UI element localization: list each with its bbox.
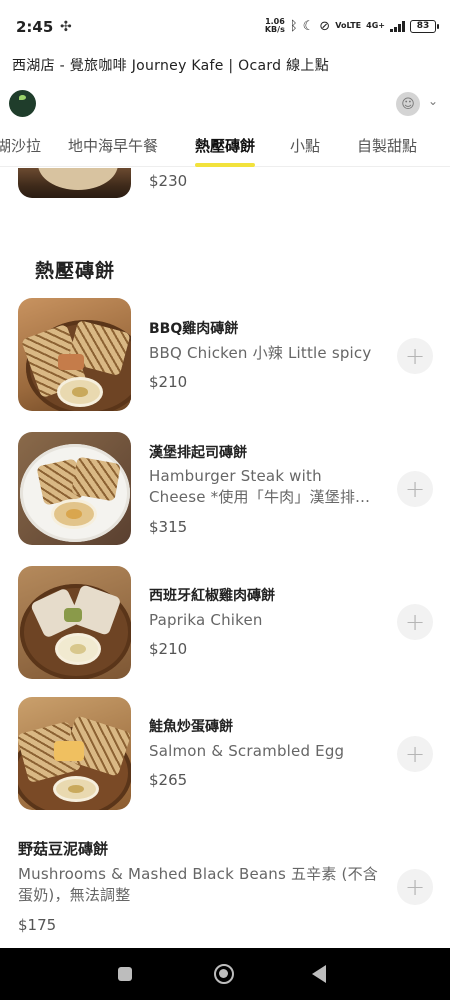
item-price: $210 (149, 640, 188, 658)
network-type: 4G+ (366, 21, 385, 30)
item-name: 漢堡排起司磚餅 (149, 445, 247, 461)
previous-item-image[interactable] (18, 168, 131, 198)
dnd-icon: ⊘ (319, 18, 331, 34)
item-name: 鮭魚炒蛋磚餅 (149, 719, 233, 735)
item-image[interactable] (18, 432, 131, 545)
item-price: $315 (149, 518, 188, 536)
home-icon[interactable] (214, 964, 234, 984)
item-description: Hamburger Steak with Cheese *使用「牛肉」漢堡排..… (149, 467, 371, 506)
status-time: 2:45 (16, 18, 54, 36)
chevron-down-icon[interactable]: ⌄ (428, 94, 438, 108)
item-name: 野菇豆泥磚餅 (18, 840, 109, 858)
item-price: $210 (149, 373, 188, 391)
active-tab-indicator (195, 163, 255, 167)
plus-icon: + (404, 475, 426, 503)
item-name: 西班牙紅椒雞肉磚餅 (149, 588, 275, 604)
tab-pressed-wrap[interactable]: 熱壓磚餅 (195, 135, 255, 156)
item-price: $175 (18, 916, 57, 934)
app-header: ☺ ⌄ (0, 84, 450, 126)
plus-icon: + (404, 608, 426, 636)
add-item-button[interactable]: + (397, 471, 433, 507)
tab-snacks[interactable]: 小點 (290, 135, 320, 156)
add-item-button[interactable]: + (397, 604, 433, 640)
page-title: 西湖店 - 覺旅咖啡 Journey Kafe | Ocard 線上點 (12, 58, 330, 74)
item-name: BBQ雞肉磚餅 (149, 321, 239, 337)
network-speed-unit: KB/s (264, 25, 285, 34)
status-bar: 2:45 ✣ 1.06 KB/s ᛒ ☾ ⊘ VoLTE 4G+ 83 (0, 0, 450, 52)
status-icons: 1.06 KB/s ᛒ ☾ ⊘ VoLTE 4G+ 83 (265, 18, 439, 34)
plus-icon: + (404, 342, 426, 370)
fan-icon: ✣ (60, 19, 72, 35)
store-logo[interactable] (9, 90, 36, 117)
bluetooth-icon: ᛒ (289, 18, 298, 34)
plus-icon: + (404, 740, 426, 768)
previous-item-price: $230 (149, 172, 188, 190)
item-image[interactable] (18, 298, 131, 411)
plus-icon: + (404, 873, 426, 901)
volte-icon: VoLTE (335, 21, 362, 30)
item-image[interactable] (18, 566, 131, 679)
item-image[interactable] (18, 697, 131, 810)
battery-icon: 83 (410, 19, 439, 33)
back-icon[interactable] (312, 965, 326, 983)
add-item-button[interactable]: + (397, 736, 433, 772)
signal-icon (390, 20, 405, 32)
avatar-icon[interactable]: ☺ (396, 92, 420, 116)
category-tabs: 湖沙拉 地中海早午餐 熱壓磚餅 小點 自製甜點 (0, 127, 450, 167)
network-speed: 1.06 KB/s (265, 18, 285, 34)
moon-icon: ☾ (302, 18, 315, 34)
add-item-button[interactable]: + (397, 338, 433, 374)
item-description: Mushrooms & Mashed Black Beans 五辛素 (不含蛋奶… (18, 865, 378, 904)
tab-desserts[interactable]: 自製甜點 (357, 135, 417, 156)
section-title: 熱壓磚餅 (35, 260, 116, 282)
item-description: Paprika Chiken (149, 611, 263, 629)
tab-mediterranean-brunch[interactable]: 地中海早午餐 (68, 135, 158, 156)
add-item-button[interactable]: + (397, 869, 433, 905)
tab-salad[interactable]: 湖沙拉 (0, 135, 41, 156)
item-description: Salmon & Scrambled Egg (149, 742, 345, 760)
recents-icon[interactable] (118, 967, 132, 981)
system-nav-bar (0, 948, 450, 1000)
item-description: BBQ Chicken 小辣 Little spicy (149, 344, 372, 362)
item-price: $265 (149, 771, 188, 789)
